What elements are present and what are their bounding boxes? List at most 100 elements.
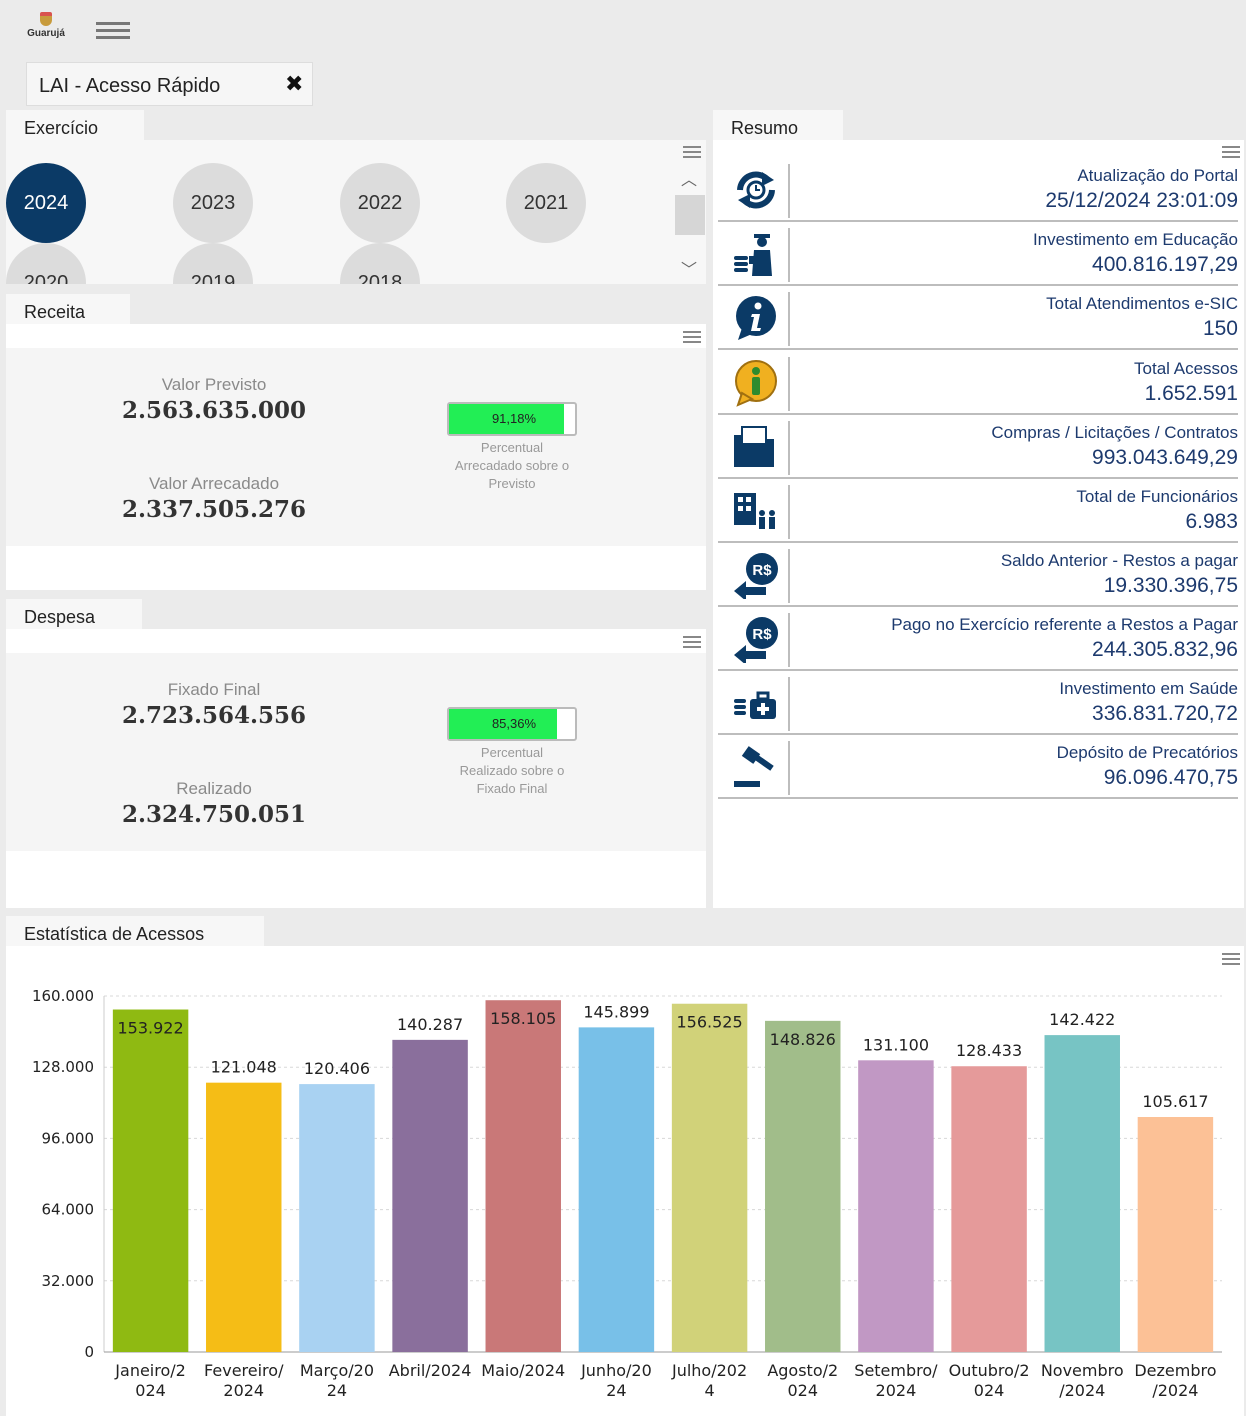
open-tab-label: LAI - Acesso Rápido bbox=[39, 75, 221, 97]
y-tick-label: 64.000 bbox=[42, 1201, 95, 1219]
access-bar-chart: 0 32.000 64.000 96.000 128.000 160.000 153.922… bbox=[32, 987, 1222, 1400]
exercicio-title: Exercício bbox=[24, 118, 99, 138]
resumo-item-value: 19.330.396,75 bbox=[1103, 574, 1238, 597]
health-money-icon bbox=[720, 677, 790, 731]
despesa-stats: Fixado Final 2.723.564.556 Realizado 2.3… bbox=[6, 653, 706, 851]
hamburger-menu-icon[interactable] bbox=[96, 22, 130, 42]
receita-caption: Percentual Arrecadado sobre o Previsto bbox=[432, 439, 592, 493]
resumo-row[interactable]: R$ Pago no Exercício referente a Restos a… bbox=[718, 609, 1238, 671]
realizado-value: 2.324.750.051 bbox=[121, 801, 307, 828]
bar bbox=[112, 1009, 189, 1352]
bar bbox=[951, 1066, 1027, 1352]
open-tab[interactable]: LAI - Acesso Rápido ✖ bbox=[26, 62, 313, 106]
resumo-item-title: Total Acessos bbox=[1134, 359, 1238, 378]
x-tick-label: Dezembro bbox=[1134, 1361, 1216, 1380]
exercicio-panel: 2024 2023 2022 2021 2020 2019 2018 bbox=[6, 140, 706, 284]
resumo-item-value: 993.043.649,29 bbox=[1092, 446, 1238, 469]
receita-tab: Receita bbox=[6, 294, 130, 326]
caption-line: Realizado sobre o bbox=[459, 763, 565, 778]
bar-value-label: 156.525 bbox=[676, 1013, 742, 1032]
valor-arrecadado-value: 2.337.505.276 bbox=[121, 496, 307, 523]
close-tab-icon[interactable]: ✖ bbox=[285, 71, 303, 97]
resumo-row[interactable]: Compras / Licitações / Contratos 993.043.… bbox=[718, 417, 1238, 479]
year-scrollbar[interactable]: ︿ ﹀ bbox=[675, 160, 705, 284]
estatistica-tab: Estatística de Acessos bbox=[6, 916, 264, 948]
resumo-row[interactable]: Investimento em Saúde 336.831.720,72 bbox=[718, 673, 1238, 735]
bar-value-label: 131.100 bbox=[863, 1035, 929, 1054]
year-2018[interactable]: 2018 bbox=[340, 243, 420, 284]
scroll-up-icon[interactable]: ︿ bbox=[681, 166, 697, 190]
receita-menu-icon[interactable] bbox=[683, 331, 701, 347]
bar bbox=[858, 1060, 934, 1352]
building-people-icon bbox=[720, 485, 790, 539]
x-tick-label: Outubro/2 bbox=[949, 1361, 1030, 1380]
x-tick-label: Setembro/ bbox=[854, 1361, 938, 1380]
year-2020[interactable]: 2020 bbox=[6, 243, 86, 284]
resumo-item-title: Saldo Anterior - Restos a pagar bbox=[1000, 551, 1238, 570]
guaruja-logo[interactable]: Guarujá bbox=[18, 12, 74, 50]
x-tick-label: 24 bbox=[327, 1381, 347, 1400]
bar bbox=[299, 1084, 375, 1352]
caption-line: Fixado Final bbox=[476, 781, 548, 796]
x-tick-label: 024 bbox=[135, 1381, 166, 1400]
receita-progress-bar: 91,18% bbox=[447, 402, 577, 436]
x-tick-label: Junho/20 bbox=[580, 1361, 652, 1380]
svg-text:R$: R$ bbox=[752, 626, 772, 643]
despesa-progress-bar: 85,36% bbox=[447, 707, 577, 741]
resumo-row[interactable]: Total Acessos 1.652.591 bbox=[718, 353, 1238, 415]
resumo-item-title: Investimento em Educação bbox=[1032, 230, 1238, 249]
resumo-row[interactable]: Atualização do Portal 25/12/2024 23:01:09 bbox=[718, 160, 1238, 222]
x-tick-label: Maio/2024 bbox=[481, 1361, 565, 1380]
year-2019[interactable]: 2019 bbox=[173, 243, 253, 284]
x-tick-label: /2024 bbox=[1059, 1381, 1105, 1400]
valor-previsto-value: 2.563.635.000 bbox=[121, 397, 307, 424]
despesa-tab: Despesa bbox=[6, 599, 142, 631]
estatistica-title: Estatística de Acessos bbox=[24, 924, 205, 944]
resumo-row[interactable]: Investimento em Educação 400.816.197,29 bbox=[718, 224, 1238, 286]
year-2022[interactable]: 2022 bbox=[340, 163, 420, 243]
crest-icon bbox=[40, 12, 52, 26]
despesa-menu-icon[interactable] bbox=[683, 636, 701, 652]
resumo-row[interactable]: Total Atendimentos e-SIC 150 bbox=[718, 288, 1238, 350]
resumo-title: Resumo bbox=[731, 118, 799, 138]
refresh-clock-icon bbox=[720, 164, 790, 218]
x-tick-label: 4 bbox=[704, 1381, 714, 1400]
bar-value-label: 145.899 bbox=[583, 1002, 649, 1021]
bar-value-label: 140.287 bbox=[397, 1015, 463, 1034]
scroll-thumb[interactable] bbox=[675, 195, 705, 235]
resumo-row[interactable]: R$ Saldo Anterior - Restos a pagar 19.330.… bbox=[718, 545, 1238, 607]
money-arrow-icon: R$ bbox=[720, 549, 790, 603]
despesa-percent: 85,36% bbox=[491, 716, 537, 731]
resumo-row[interactable]: Depósito de Precatórios 96.096.470,75 bbox=[718, 737, 1238, 799]
resumo-tab: Resumo bbox=[713, 110, 843, 142]
despesa-title: Despesa bbox=[24, 607, 96, 627]
chart-menu-icon[interactable] bbox=[1222, 953, 1240, 969]
logo-text: Guarujá bbox=[27, 28, 65, 39]
year-2024[interactable]: 2024 bbox=[6, 163, 86, 243]
bar-value-label: 142.422 bbox=[1049, 1010, 1115, 1029]
caption-line: Arrecadado sobre o bbox=[454, 458, 570, 473]
year-2023[interactable]: 2023 bbox=[173, 163, 253, 243]
year-2021[interactable]: 2021 bbox=[506, 163, 586, 243]
y-tick-label: 0 bbox=[84, 1343, 94, 1361]
x-tick-label: Fevereiro/ bbox=[204, 1361, 284, 1380]
x-tick-label: Janeiro/2 bbox=[114, 1361, 186, 1380]
resumo-row[interactable]: Total de Funcionários 6.983 bbox=[718, 481, 1238, 543]
resumo-item-value: 150 bbox=[1202, 317, 1238, 340]
resumo-item-title: Investimento em Saúde bbox=[1059, 679, 1238, 698]
scroll-down-icon[interactable]: ﹀ bbox=[681, 256, 697, 280]
bar bbox=[671, 1003, 748, 1352]
resumo-item-title: Total de Funcionários bbox=[1076, 487, 1238, 506]
resumo-item-title: Pago no Exercício referente a Restos a P… bbox=[891, 615, 1238, 634]
resumo-item-value: 25/12/2024 23:01:09 bbox=[1045, 189, 1238, 212]
x-tick-label: 24 bbox=[606, 1381, 626, 1400]
y-tick-label: 96.000 bbox=[42, 1129, 95, 1147]
resumo-item-value: 96.096.470,75 bbox=[1103, 766, 1238, 789]
resumo-item-value: 400.816.197,29 bbox=[1092, 253, 1238, 276]
gavel-icon bbox=[720, 741, 790, 795]
bar-value-label: 148.826 bbox=[770, 1030, 836, 1049]
svg-text:R$: R$ bbox=[752, 562, 772, 579]
fixado-final-label: Fixado Final bbox=[167, 680, 261, 699]
despesa-caption: Percentual Realizado sobre o Fixado Fina… bbox=[432, 744, 592, 798]
y-tick-label: 128.000 bbox=[32, 1058, 94, 1076]
